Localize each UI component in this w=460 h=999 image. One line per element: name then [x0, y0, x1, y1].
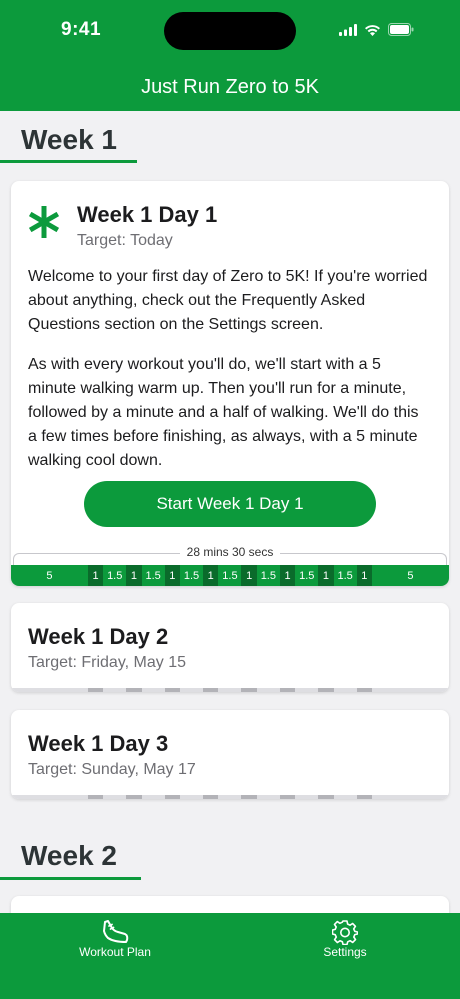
run-segment: 1	[318, 565, 334, 586]
run-segment	[356, 688, 373, 692]
status-icons	[339, 23, 414, 36]
run-segment	[164, 795, 180, 799]
wifi-icon	[365, 24, 380, 36]
nav-title: Just Run Zero to 5K	[141, 76, 319, 98]
run-segment	[87, 795, 104, 799]
week-header: Week 1	[21, 124, 117, 155]
total-duration: 28 mins 30 secs	[11, 545, 449, 559]
walk-segment	[257, 795, 280, 799]
run-segment	[126, 795, 142, 799]
run-segment: 1	[279, 565, 296, 586]
run-segment: 1	[241, 565, 257, 586]
gear-icon	[332, 920, 358, 945]
tab-workout-plan[interactable]: Workout Plan	[0, 913, 230, 973]
walk-segment: 1.5	[333, 565, 357, 586]
walk-segment: 5	[372, 565, 449, 586]
walk-segment	[218, 688, 241, 692]
walk-segment: 1.5	[180, 565, 204, 586]
walk-segment	[218, 795, 241, 799]
run-segment	[164, 688, 180, 692]
walk-segment	[257, 688, 280, 692]
run-segment: 1	[356, 565, 373, 586]
run-segment	[203, 688, 219, 692]
dynamic-island	[164, 12, 296, 50]
workout-description: As with every workout you'll do, we'll s…	[28, 356, 419, 469]
walk-segment	[142, 688, 165, 692]
tab-settings[interactable]: Settings	[230, 913, 460, 973]
tab-label: Workout Plan	[79, 945, 151, 959]
walk-segment: 1.5	[295, 565, 319, 586]
walk-segment	[334, 795, 357, 799]
workout-card[interactable]: Week 1 Day 3 Target: Sunday, May 17	[11, 710, 449, 799]
run-segment	[318, 795, 334, 799]
run-segment	[279, 688, 296, 692]
run-segment	[318, 688, 334, 692]
start-workout-button[interactable]: Start Week 1 Day 1	[84, 481, 376, 527]
walk-segment	[142, 795, 165, 799]
top-bar: 9:41 Just Run Zero to 5K	[0, 0, 460, 111]
run-segment	[241, 795, 257, 799]
run-segment	[87, 688, 104, 692]
walk-segment	[103, 688, 126, 692]
asterisk-icon	[28, 206, 60, 238]
status-time: 9:41	[61, 19, 102, 40]
segment-bar-collapsed	[11, 688, 449, 692]
workout-title: Week 1 Day 2	[28, 624, 169, 649]
week-underline	[0, 877, 141, 880]
workout-title: Week 1 Day 3	[28, 731, 169, 756]
run-segment	[126, 688, 142, 692]
workout-target: Target: Friday, May 15	[28, 654, 186, 671]
walk-segment	[103, 795, 126, 799]
segment-bar-collapsed	[11, 795, 449, 799]
walk-segment: 1.5	[141, 565, 165, 586]
segment-bar: 5 1 1.5 1 1.5 1 1.5 1 1.5 1 1.5 1 1.5 1 1.5 1 5	[11, 565, 449, 586]
run-segment: 1	[164, 565, 180, 586]
walk-segment: 1.5	[218, 565, 242, 586]
running-shoe-icon	[103, 920, 129, 943]
walk-segment	[372, 688, 449, 692]
walk-segment	[11, 795, 88, 799]
workout-target: Target: Today	[77, 232, 173, 249]
walk-segment	[295, 795, 318, 799]
run-segment: 1	[203, 565, 219, 586]
run-segment	[356, 795, 373, 799]
walk-segment	[11, 688, 88, 692]
run-segment	[241, 688, 257, 692]
workout-card[interactable]: Week 1 Day 2 Target: Friday, May 15	[11, 603, 449, 692]
run-segment	[279, 795, 296, 799]
week-underline	[0, 160, 137, 163]
run-segment	[203, 795, 219, 799]
battery-icon	[388, 23, 414, 36]
tab-label: Settings	[323, 945, 367, 959]
workout-card-current[interactable]: Week 1 Day 1 Target: Today Welcome to yo…	[11, 181, 449, 586]
walk-segment: 1.5	[103, 565, 127, 586]
walk-segment	[372, 795, 449, 799]
total-duration-label: 28 mins 30 secs	[179, 545, 281, 559]
workout-description: Welcome to your first day of Zero to 5K!…	[28, 268, 428, 333]
walk-segment	[334, 688, 357, 692]
walk-segment	[180, 688, 203, 692]
workout-target: Target: Sunday, May 17	[28, 761, 196, 778]
workout-title: Week 1 Day 1	[77, 202, 218, 227]
walk-segment: 5	[11, 565, 88, 586]
run-segment: 1	[126, 565, 142, 586]
tab-bar: Workout Plan Settings	[0, 913, 460, 999]
walk-segment: 1.5	[256, 565, 280, 586]
walk-segment	[180, 795, 203, 799]
run-segment: 1	[87, 565, 104, 586]
cellular-signal-icon	[339, 23, 357, 36]
week-header: Week 2	[21, 840, 117, 871]
walk-segment	[295, 688, 318, 692]
